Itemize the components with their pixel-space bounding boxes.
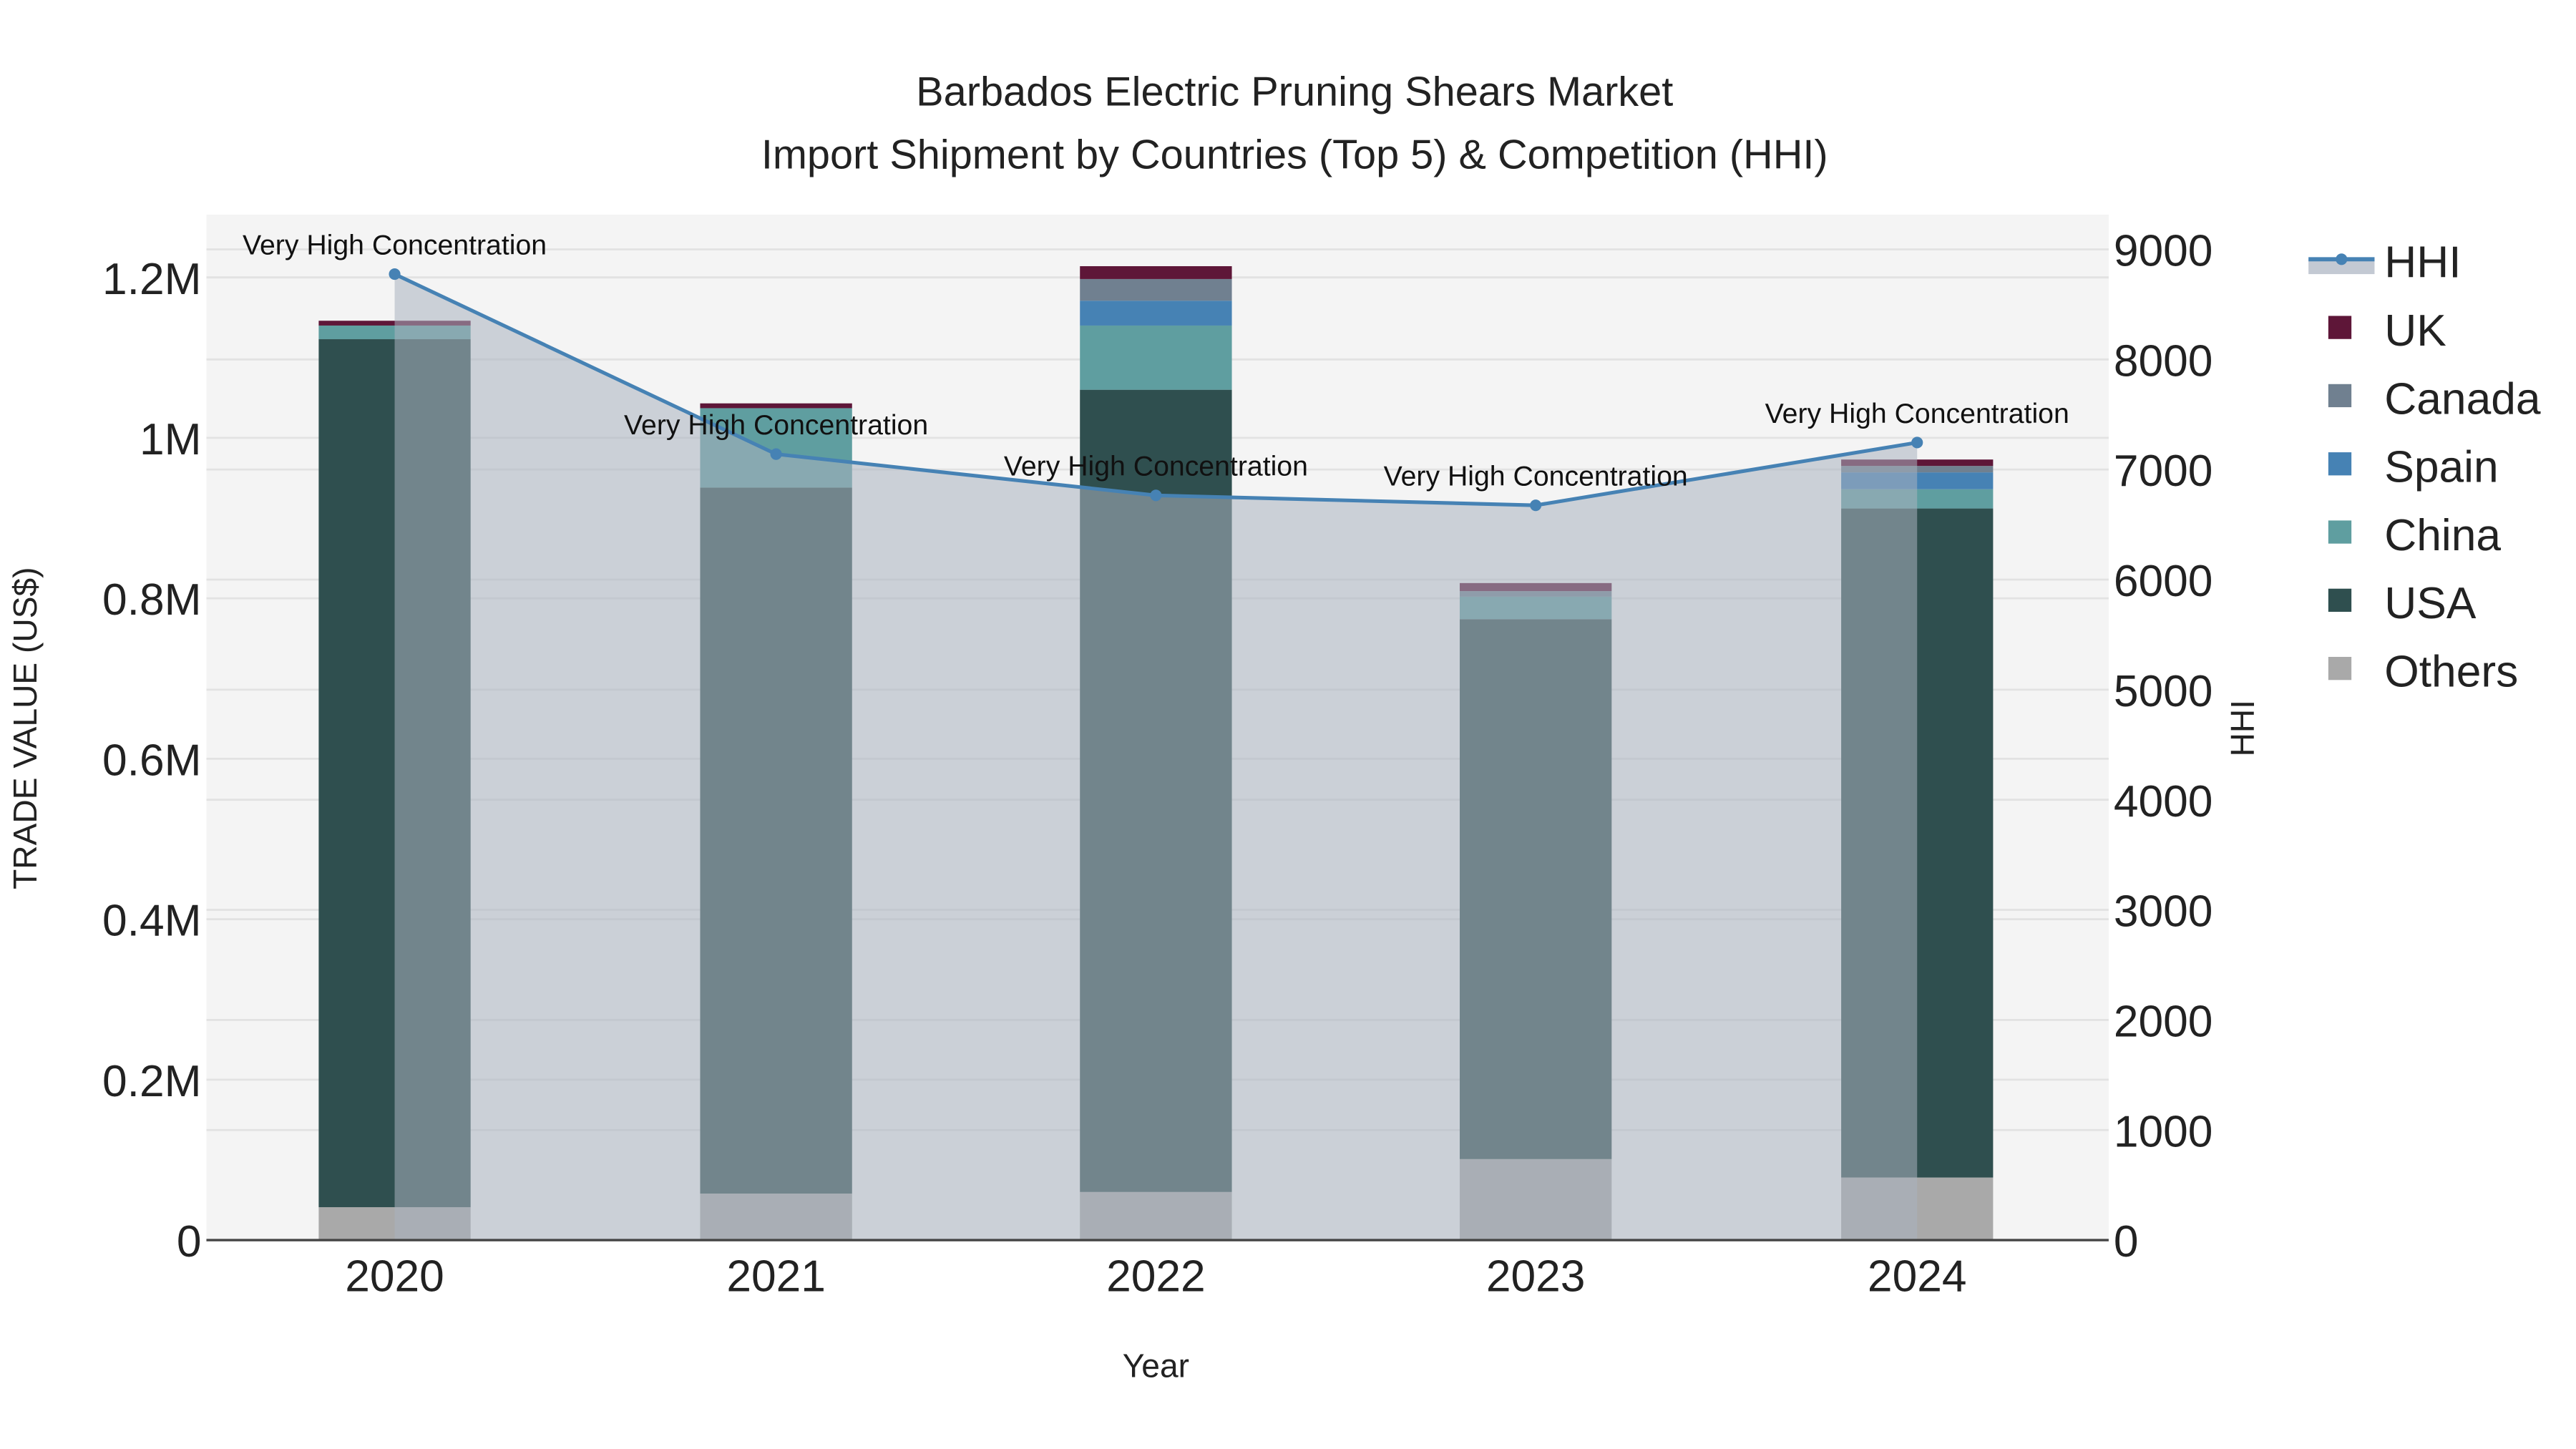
legend-swatch xyxy=(2328,657,2352,680)
x-tick-label: 2022 xyxy=(1106,1252,1206,1302)
legend-item-hhi[interactable]: HHI xyxy=(2308,238,2462,288)
chart-title: Barbados Electric Pruning Shears Market xyxy=(916,69,1673,115)
legend-item-others[interactable]: Others xyxy=(2328,648,2518,697)
legend-item-canada[interactable]: Canada xyxy=(2328,374,2541,424)
legend-label: Others xyxy=(2384,648,2518,697)
x-axis-title: Year xyxy=(1123,1347,1189,1385)
y-tick-label: 1.2M xyxy=(102,255,202,304)
chart: Very High Concentration Very High Concent… xyxy=(6,69,2541,1385)
x-tick-label: 2021 xyxy=(726,1252,826,1302)
legend-label: Canada xyxy=(2384,374,2541,424)
hhi-label: Very High Concentration xyxy=(624,409,928,441)
bar-uk-2021[interactable] xyxy=(700,403,852,409)
bar-canada-2022[interactable] xyxy=(1080,278,1232,301)
legend-label: USA xyxy=(2384,579,2477,628)
legend-label: UK xyxy=(2384,306,2446,356)
y2-axis-title: HHI xyxy=(2224,700,2261,756)
y2-tick-label: 9000 xyxy=(2114,227,2213,276)
y2-tick-label: 6000 xyxy=(2114,557,2213,606)
x-tick-label: 2023 xyxy=(1486,1252,1586,1302)
hhi-label: Very High Concentration xyxy=(1765,398,2069,429)
legend-item-usa[interactable]: USA xyxy=(2328,579,2477,628)
legend: HHI UK Canada Spain China USA Others xyxy=(2308,238,2541,697)
hhi-point-2020[interactable] xyxy=(389,268,401,280)
hhi-point-2022[interactable] xyxy=(1150,489,1162,502)
hhi-point-2024[interactable] xyxy=(1911,436,1923,449)
y2-tick-label: 2000 xyxy=(2114,997,2213,1046)
legend-label: Spain xyxy=(2384,443,2498,492)
y-tick-label: 1M xyxy=(140,415,202,464)
legend-swatch xyxy=(2328,452,2352,476)
y2-tick-label: 1000 xyxy=(2114,1107,2213,1156)
hhi-label: Very High Concentration xyxy=(243,229,547,260)
legend-item-uk[interactable]: UK xyxy=(2328,306,2446,356)
chart-subtitle: Import Shipment by Countries (Top 5) & C… xyxy=(761,132,1828,177)
y2-tick-label: 4000 xyxy=(2114,777,2213,826)
legend-label: HHI xyxy=(2384,238,2461,288)
y-tick-label: 0.6M xyxy=(102,736,202,785)
legend-swatch xyxy=(2328,520,2352,544)
x-tick-label: 2020 xyxy=(345,1252,444,1302)
y2-tick-label: 8000 xyxy=(2114,336,2213,386)
y2-tick-label: 0 xyxy=(2114,1217,2139,1267)
legend-item-spain[interactable]: Spain xyxy=(2328,443,2499,492)
legend-hhi-marker xyxy=(2336,253,2348,265)
hhi-point-2021[interactable] xyxy=(770,448,782,460)
y-tick-label: 0.2M xyxy=(102,1057,202,1106)
legend-swatch xyxy=(2328,384,2352,408)
legend-swatch xyxy=(2328,588,2352,612)
hhi-point-2023[interactable] xyxy=(1530,499,1542,512)
legend-swatch xyxy=(2328,316,2352,339)
y2-tick-label: 3000 xyxy=(2114,887,2213,937)
y-tick-label: 0.8M xyxy=(102,575,202,625)
legend-item-china[interactable]: China xyxy=(2328,511,2502,560)
y2-tick-label: 7000 xyxy=(2114,447,2213,496)
bar-china-2022[interactable] xyxy=(1080,325,1232,390)
y-tick-label: 0.4M xyxy=(102,897,202,946)
y2-tick-label: 5000 xyxy=(2114,667,2213,716)
bar-spain-2022[interactable] xyxy=(1080,301,1232,326)
hhi-label: Very High Concentration xyxy=(1384,460,1688,492)
x-tick-label: 2024 xyxy=(1868,1252,1967,1302)
y-tick-label: 0 xyxy=(177,1217,202,1267)
y-axis-title: TRADE VALUE (US$) xyxy=(6,567,44,889)
bar-uk-2022[interactable] xyxy=(1080,265,1232,279)
hhi-label: Very High Concentration xyxy=(1004,451,1308,482)
legend-label: China xyxy=(2384,511,2501,560)
